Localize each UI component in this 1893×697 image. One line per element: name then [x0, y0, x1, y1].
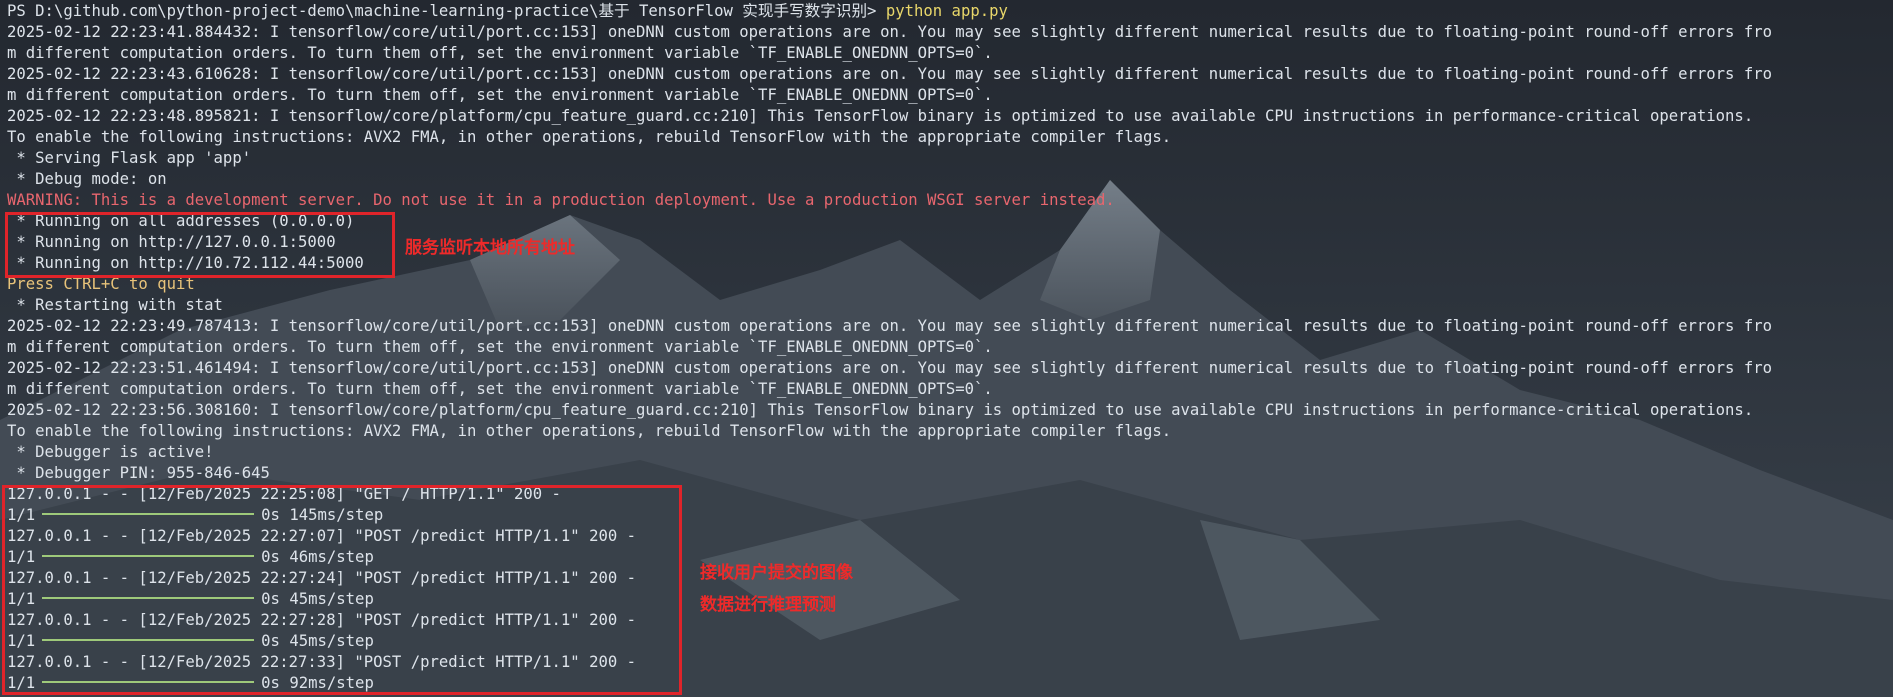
prompt-path: PS D:\github.com\python-project-demo\mac…: [7, 2, 877, 20]
requests-highlight-box: [2, 485, 682, 695]
log-line: To enable the following instructions: AV…: [7, 422, 1172, 440]
log-line: 2025-02-12 22:23:48.895821: I tensorflow…: [7, 107, 1754, 125]
flask-serving-line: * Serving Flask app 'app': [7, 149, 252, 167]
restart-line: * Restarting with stat: [7, 296, 223, 314]
log-line: 2025-02-12 22:23:56.308160: I tensorflow…: [7, 401, 1754, 419]
log-line: m different computation orders. To turn …: [7, 380, 993, 398]
command-prompt-line: PS D:\github.com\python-project-demo\mac…: [7, 1, 1887, 22]
log-line: 2025-02-12 22:23:49.787413: I tensorflow…: [7, 317, 1772, 335]
log-line: 2025-02-12 22:23:43.610628: I tensorflow…: [7, 65, 1772, 83]
log-line: m different computation orders. To turn …: [7, 44, 993, 62]
log-line: m different computation orders. To turn …: [7, 86, 993, 104]
log-line: m different computation orders. To turn …: [7, 338, 993, 356]
log-line: 2025-02-12 22:23:51.461494: I tensorflow…: [7, 359, 1772, 377]
log-line: To enable the following instructions: AV…: [7, 128, 1172, 146]
request-annotation-line1: 接收用户提交的图像: [700, 563, 853, 583]
running-addresses-highlight-box: [5, 212, 395, 278]
debugger-pin-line: * Debugger PIN: 955-846-645: [7, 464, 270, 482]
command-text: python app.py: [885, 2, 1008, 20]
listen-annotation: 服务监听本地所有地址: [405, 238, 575, 258]
log-line: 2025-02-12 22:23:41.884432: I tensorflow…: [7, 23, 1772, 41]
debugger-active-line: * Debugger is active!: [7, 443, 214, 461]
debug-mode-line: * Debug mode: on: [7, 170, 167, 188]
warning-line: WARNING: This is a development server. D…: [7, 191, 1115, 209]
request-annotation-line2: 数据进行推理预测: [700, 595, 836, 615]
